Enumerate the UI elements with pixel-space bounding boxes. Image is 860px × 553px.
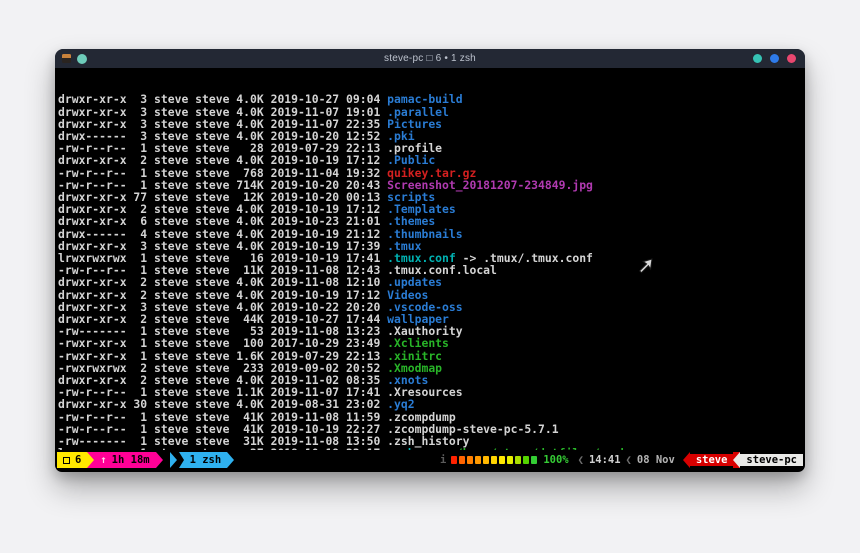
window-menu-icon[interactable]: [77, 53, 87, 64]
powerline-arrow-icon: [87, 452, 95, 468]
uptime-arrow-icon: ↑: [100, 454, 107, 466]
statusbar-date: 08 Nov: [636, 454, 675, 466]
session-square-icon: [63, 456, 70, 464]
titlebar-left: [62, 49, 87, 68]
symlink-target: .tmux/.tmux.conf: [483, 251, 593, 266]
statusbar-clock: 14:41: [588, 454, 621, 466]
tmux-window-tab[interactable]: 1 zsh: [178, 452, 228, 468]
battery-cell: [475, 456, 482, 464]
uptime-value: 1h 18m: [111, 454, 150, 466]
battery-cell: [499, 456, 506, 464]
battery-percent: 100%: [543, 454, 569, 466]
hostname: steve-pc: [746, 454, 797, 466]
window-tab-label: 1 zsh: [189, 454, 222, 466]
tmux-statusbar: 6 ↑ 1h 18m 1 zsh i 100% ❮ 14:41 ❮ 08 Nov …: [57, 452, 803, 468]
user-indicator: steve: [689, 454, 734, 466]
terminal-app-icon: [62, 54, 71, 63]
terminal-window: steve-pc □ 6 • 1 zsh drwxr-xr-x 3 steve …: [55, 49, 805, 472]
battery-cell: [531, 456, 538, 464]
powerline-arrow-icon: [733, 452, 741, 468]
close-button[interactable]: [787, 54, 796, 63]
battery-cell: [491, 456, 498, 464]
minimize-button[interactable]: [753, 54, 762, 63]
chevron-left-icon: ❮: [577, 454, 584, 466]
mouse-cursor-icon: [638, 258, 653, 274]
window-title: steve-pc □ 6 • 1 zsh: [384, 53, 476, 64]
uptime-indicator: ↑ 1h 18m: [94, 452, 156, 468]
username: steve: [695, 454, 728, 466]
battery-cell: [523, 456, 530, 464]
battery-cell: [459, 456, 466, 464]
statusbar-right: i 100% ❮ 14:41 ❮ 08 Nov steve steve-pc: [440, 452, 803, 468]
powerline-arrow-icon: [169, 452, 177, 468]
battery-bar: [451, 456, 538, 464]
symlink-target: /home/steve/dotfiles/.zshrc: [456, 446, 641, 450]
file-list: drwxr-xr-x 3 steve steve 4.0K 2019-10-27…: [58, 93, 803, 450]
file-name: .zshrc: [387, 446, 428, 450]
powerline-arrow-icon: [227, 452, 235, 468]
powerline-arrow-icon: [155, 452, 163, 468]
terminal-output[interactable]: drwxr-xr-x 3 steve steve 4.0K 2019-10-27…: [58, 69, 803, 450]
session-indicator[interactable]: 6: [57, 452, 88, 468]
battery-state-indicator: i: [439, 454, 447, 466]
battery-cell: [515, 456, 522, 464]
battery-cell: [467, 456, 474, 464]
chevron-left-icon: ❮: [625, 454, 632, 466]
battery-cell: [483, 456, 490, 464]
battery-cell: [451, 456, 458, 464]
battery-cell: [507, 456, 514, 464]
titlebar[interactable]: steve-pc □ 6 • 1 zsh: [55, 49, 805, 68]
powerline-arrow-icon: [682, 452, 690, 468]
window-controls: [753, 49, 796, 68]
file-row: lrwxrwxrwx 1 steve steve 27 2019-10-19 2…: [58, 447, 803, 450]
maximize-button[interactable]: [770, 54, 779, 63]
session-index: 6: [75, 454, 82, 466]
hostname-indicator: steve-pc: [740, 454, 803, 466]
